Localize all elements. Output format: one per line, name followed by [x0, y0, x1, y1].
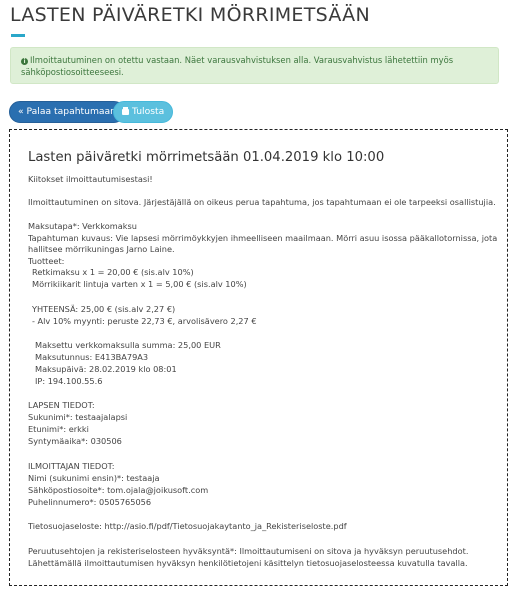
alert-text-line2: sähköpostiosoitteeseesi. — [21, 67, 124, 77]
thanks-text: Kiitokset ilmoittautumisestasi! — [28, 174, 153, 184]
alert-text-line1: Ilmoittautuminen on otettu vastaan. Näet… — [30, 55, 454, 65]
consent-line2: Lähettämällä ilmoittautumisen hyväksyn h… — [28, 558, 468, 568]
page-title: LASTEN PÄIVÄRETKI MÖRRIMETSÄÄN — [10, 4, 370, 26]
total-amount: YHTEENSÄ: 25,00 € (sis.alv 2,27 €) — [32, 304, 176, 314]
child-info-header: LAPSEN TIEDOT: — [28, 400, 95, 410]
binding-notice: Ilmoittautuminen on sitova. Järjestäjäll… — [28, 197, 496, 207]
back-button-label: « Palaa tapahtumaan — [18, 106, 117, 117]
products-label: Tuotteet: — [28, 256, 65, 266]
back-to-event-button[interactable]: « Palaa tapahtumaan — [9, 101, 126, 123]
product-item: Retkimaksu x 1 = 20,00 € (sis.alv 10%) — [32, 267, 194, 277]
receipt-title: Lasten päiväretki mörrimetsään 01.04.201… — [28, 150, 385, 165]
vat-breakdown: - Alv 10% myynti: peruste 22,73 €, arvol… — [32, 316, 257, 326]
success-alert: i Ilmoittautuminen on otettu vastaan. Näe… — [10, 47, 499, 84]
payment-method: Maksutapa*: Verkkomaksu — [28, 221, 137, 231]
print-button-label: Tulosta — [132, 106, 165, 117]
print-button[interactable]: Tulosta — [113, 101, 174, 123]
guardian-phone: Puhelinnumero*: 0505765056 — [28, 497, 152, 507]
payment-id: Maksutunnus: E413BA79A3 — [35, 352, 149, 362]
payment-date: Maksupäivä: 28.02.2019 klo 08:01 — [35, 364, 177, 374]
guardian-email: Sähköpostiosoite*: tom.ojala@joikusoft.c… — [28, 485, 209, 495]
child-firstname: Etunimi*: erkki — [28, 424, 89, 434]
child-surname: Sukunimi*: testaajalapsi — [28, 412, 128, 422]
event-description-line2: hallitsee mörrikuningas Jarno Laine. — [28, 244, 175, 254]
privacy-policy: Tietosuojaseloste: http://asio.fi/pdf/Ti… — [28, 521, 347, 531]
child-birthdate: Syntymäaika*: 030506 — [28, 436, 122, 446]
reservation-confirmation: Lasten päiväretki mörrimetsään 01.04.201… — [9, 129, 508, 586]
title-underline — [11, 34, 25, 37]
printer-icon — [122, 106, 129, 115]
guardian-info-header: ILMOITTAJAN TIEDOT: — [28, 461, 115, 471]
ip-address: IP: 194.100.55.6 — [35, 376, 103, 386]
event-description-line1: Tapahtuman kuvaus: Vie lapsesi mörrimöyk… — [28, 233, 498, 243]
guardian-name: Nimi (sukunimi ensin)*: testaaja — [28, 473, 160, 483]
paid-amount: Maksettu verkkomaksulla summa: 25,00 EUR — [35, 340, 221, 350]
consent-line1: Peruutusehtojen ja rekisteriselosteen hy… — [28, 546, 469, 556]
product-item: Mörrikiikarit lintuja varten x 1 = 5,00 … — [32, 279, 247, 289]
info-icon: i — [21, 58, 28, 65]
